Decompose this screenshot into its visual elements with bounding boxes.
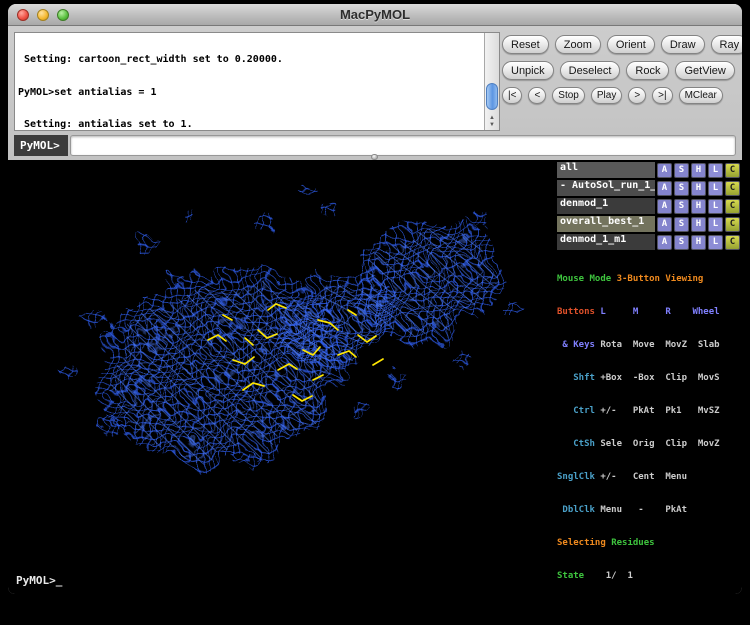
play-button[interactable]: Play: [591, 87, 622, 104]
draw-button[interactable]: Draw: [661, 35, 705, 54]
ray-button[interactable]: Ray: [711, 35, 742, 54]
color-button[interactable]: C: [725, 235, 740, 250]
console-line: PyMOL>set antialias = 1: [18, 88, 482, 99]
minimize-button[interactable]: [37, 9, 49, 21]
mouse-buttons-header: ButtonsL M R Wheel: [557, 307, 742, 318]
hide-button[interactable]: H: [691, 217, 706, 232]
label-button[interactable]: L: [708, 217, 723, 232]
hide-button[interactable]: H: [691, 199, 706, 214]
button-row-1: Reset Zoom Orient Draw Ray: [502, 35, 738, 54]
orient-button[interactable]: Orient: [607, 35, 655, 54]
button-row-3: |< < Stop Play > >| MClear: [502, 87, 738, 104]
mouse-shft-row: Shft+Box -Box Clip MovS: [557, 373, 742, 384]
command-row: PyMOL>: [14, 135, 736, 156]
color-button[interactable]: C: [725, 199, 740, 214]
hide-button[interactable]: H: [691, 181, 706, 196]
object-name[interactable]: denmod_1_m1: [557, 234, 655, 250]
show-button[interactable]: S: [674, 199, 689, 214]
show-button[interactable]: S: [674, 181, 689, 196]
deselect-button[interactable]: Deselect: [560, 61, 621, 80]
color-button[interactable]: C: [725, 181, 740, 196]
button-row-2: Unpick Deselect Rock GetView: [502, 61, 738, 80]
object-row: all A S H L C: [557, 162, 740, 178]
action-button[interactable]: A: [657, 235, 672, 250]
unpick-button[interactable]: Unpick: [502, 61, 554, 80]
upper-pane: Setting: cartoon_rect_width set to 0.200…: [8, 26, 742, 160]
selecting-mode[interactable]: SelectingResidues: [557, 538, 742, 549]
mclear-button[interactable]: MClear: [679, 87, 723, 104]
traffic-lights: [17, 9, 69, 21]
action-button[interactable]: A: [657, 163, 672, 178]
getview-button[interactable]: GetView: [675, 61, 734, 80]
first-frame-button[interactable]: |<: [502, 87, 522, 104]
label-button[interactable]: L: [708, 235, 723, 250]
object-name[interactable]: - AutoSol_run_1_: [557, 180, 655, 196]
object-name[interactable]: overall_best_1: [557, 216, 655, 232]
scroll-up-icon[interactable]: ▲: [485, 115, 499, 122]
gl-command-prompt[interactable]: PyMOL>_: [16, 574, 62, 587]
mouse-mode-title[interactable]: Mouse Mode3-Button Viewing: [557, 274, 742, 285]
mouse-dblclk-row: DblClkMenu - PkAt: [557, 505, 742, 516]
console-line: Setting: cartoon_rect_width set to 0.200…: [18, 55, 482, 66]
maximize-button[interactable]: [57, 9, 69, 21]
label-button[interactable]: L: [708, 199, 723, 214]
scrollbar-arrows: ▲ ▼: [485, 115, 499, 129]
hide-button[interactable]: H: [691, 163, 706, 178]
macpymol-window: MacPyMOL Setting: cartoon_rect_width set…: [8, 4, 742, 594]
color-button[interactable]: C: [725, 163, 740, 178]
mouse-mode-panel: Mouse Mode3-Button Viewing ButtonsL M R …: [555, 252, 742, 594]
last-frame-button[interactable]: >|: [652, 87, 672, 104]
mouse-ctrl-row: Ctrl+/- PkAt Pk1 MvSZ: [557, 406, 742, 417]
object-row: denmod_1 A S H L C: [557, 198, 740, 214]
console-line: Setting: antialias set to 1.: [18, 120, 482, 129]
scrollbar-thumb[interactable]: [486, 83, 498, 110]
label-button[interactable]: L: [708, 181, 723, 196]
viewport-canvas[interactable]: [8, 160, 555, 594]
console-text: Setting: cartoon_rect_width set to 0.200…: [18, 34, 482, 129]
show-button[interactable]: S: [674, 163, 689, 178]
stop-button[interactable]: Stop: [552, 87, 585, 104]
object-row: - AutoSol_run_1_ A S H L C: [557, 180, 740, 196]
show-button[interactable]: S: [674, 217, 689, 232]
scroll-down-icon[interactable]: ▼: [485, 122, 499, 129]
titlebar[interactable]: MacPyMOL: [8, 4, 742, 26]
right-panel: all A S H L C - AutoSol_run_1_ A S H L C…: [555, 160, 742, 594]
object-list: all A S H L C - AutoSol_run_1_ A S H L C…: [555, 160, 742, 252]
show-button[interactable]: S: [674, 235, 689, 250]
action-button[interactable]: A: [657, 217, 672, 232]
action-button[interactable]: A: [657, 181, 672, 196]
console-log[interactable]: Setting: cartoon_rect_width set to 0.200…: [14, 32, 500, 131]
object-row: overall_best_1 A S H L C: [557, 216, 740, 232]
state-indicator[interactable]: State1/ 1: [557, 571, 742, 582]
reset-button[interactable]: Reset: [502, 35, 549, 54]
mouse-keys-row: & KeysRota Move MovZ Slab: [557, 340, 742, 351]
rock-button[interactable]: Rock: [626, 61, 669, 80]
action-button[interactable]: A: [657, 199, 672, 214]
control-button-panel: Reset Zoom Orient Draw Ray Unpick Desele…: [502, 35, 738, 111]
command-prompt-label: PyMOL>: [14, 135, 68, 156]
hide-button[interactable]: H: [691, 235, 706, 250]
window-title: MacPyMOL: [340, 7, 410, 22]
mouse-snglclk-row: SnglClk+/- Cent Menu: [557, 472, 742, 483]
object-name[interactable]: denmod_1: [557, 198, 655, 214]
object-name[interactable]: all: [557, 162, 655, 178]
close-button[interactable]: [17, 9, 29, 21]
zoom-button[interactable]: Zoom: [555, 35, 601, 54]
density-mesh: [8, 160, 555, 594]
prev-frame-button[interactable]: <: [528, 87, 546, 104]
mouse-ctsh-row: CtShSele Orig Clip MovZ: [557, 439, 742, 450]
color-button[interactable]: C: [725, 217, 740, 232]
object-row: denmod_1_m1 A S H L C: [557, 234, 740, 250]
next-frame-button[interactable]: >: [628, 87, 646, 104]
gl-area: all A S H L C - AutoSol_run_1_ A S H L C…: [8, 160, 742, 594]
label-button[interactable]: L: [708, 163, 723, 178]
command-input[interactable]: [70, 135, 736, 156]
console-scrollbar[interactable]: ▲ ▼: [484, 33, 499, 130]
